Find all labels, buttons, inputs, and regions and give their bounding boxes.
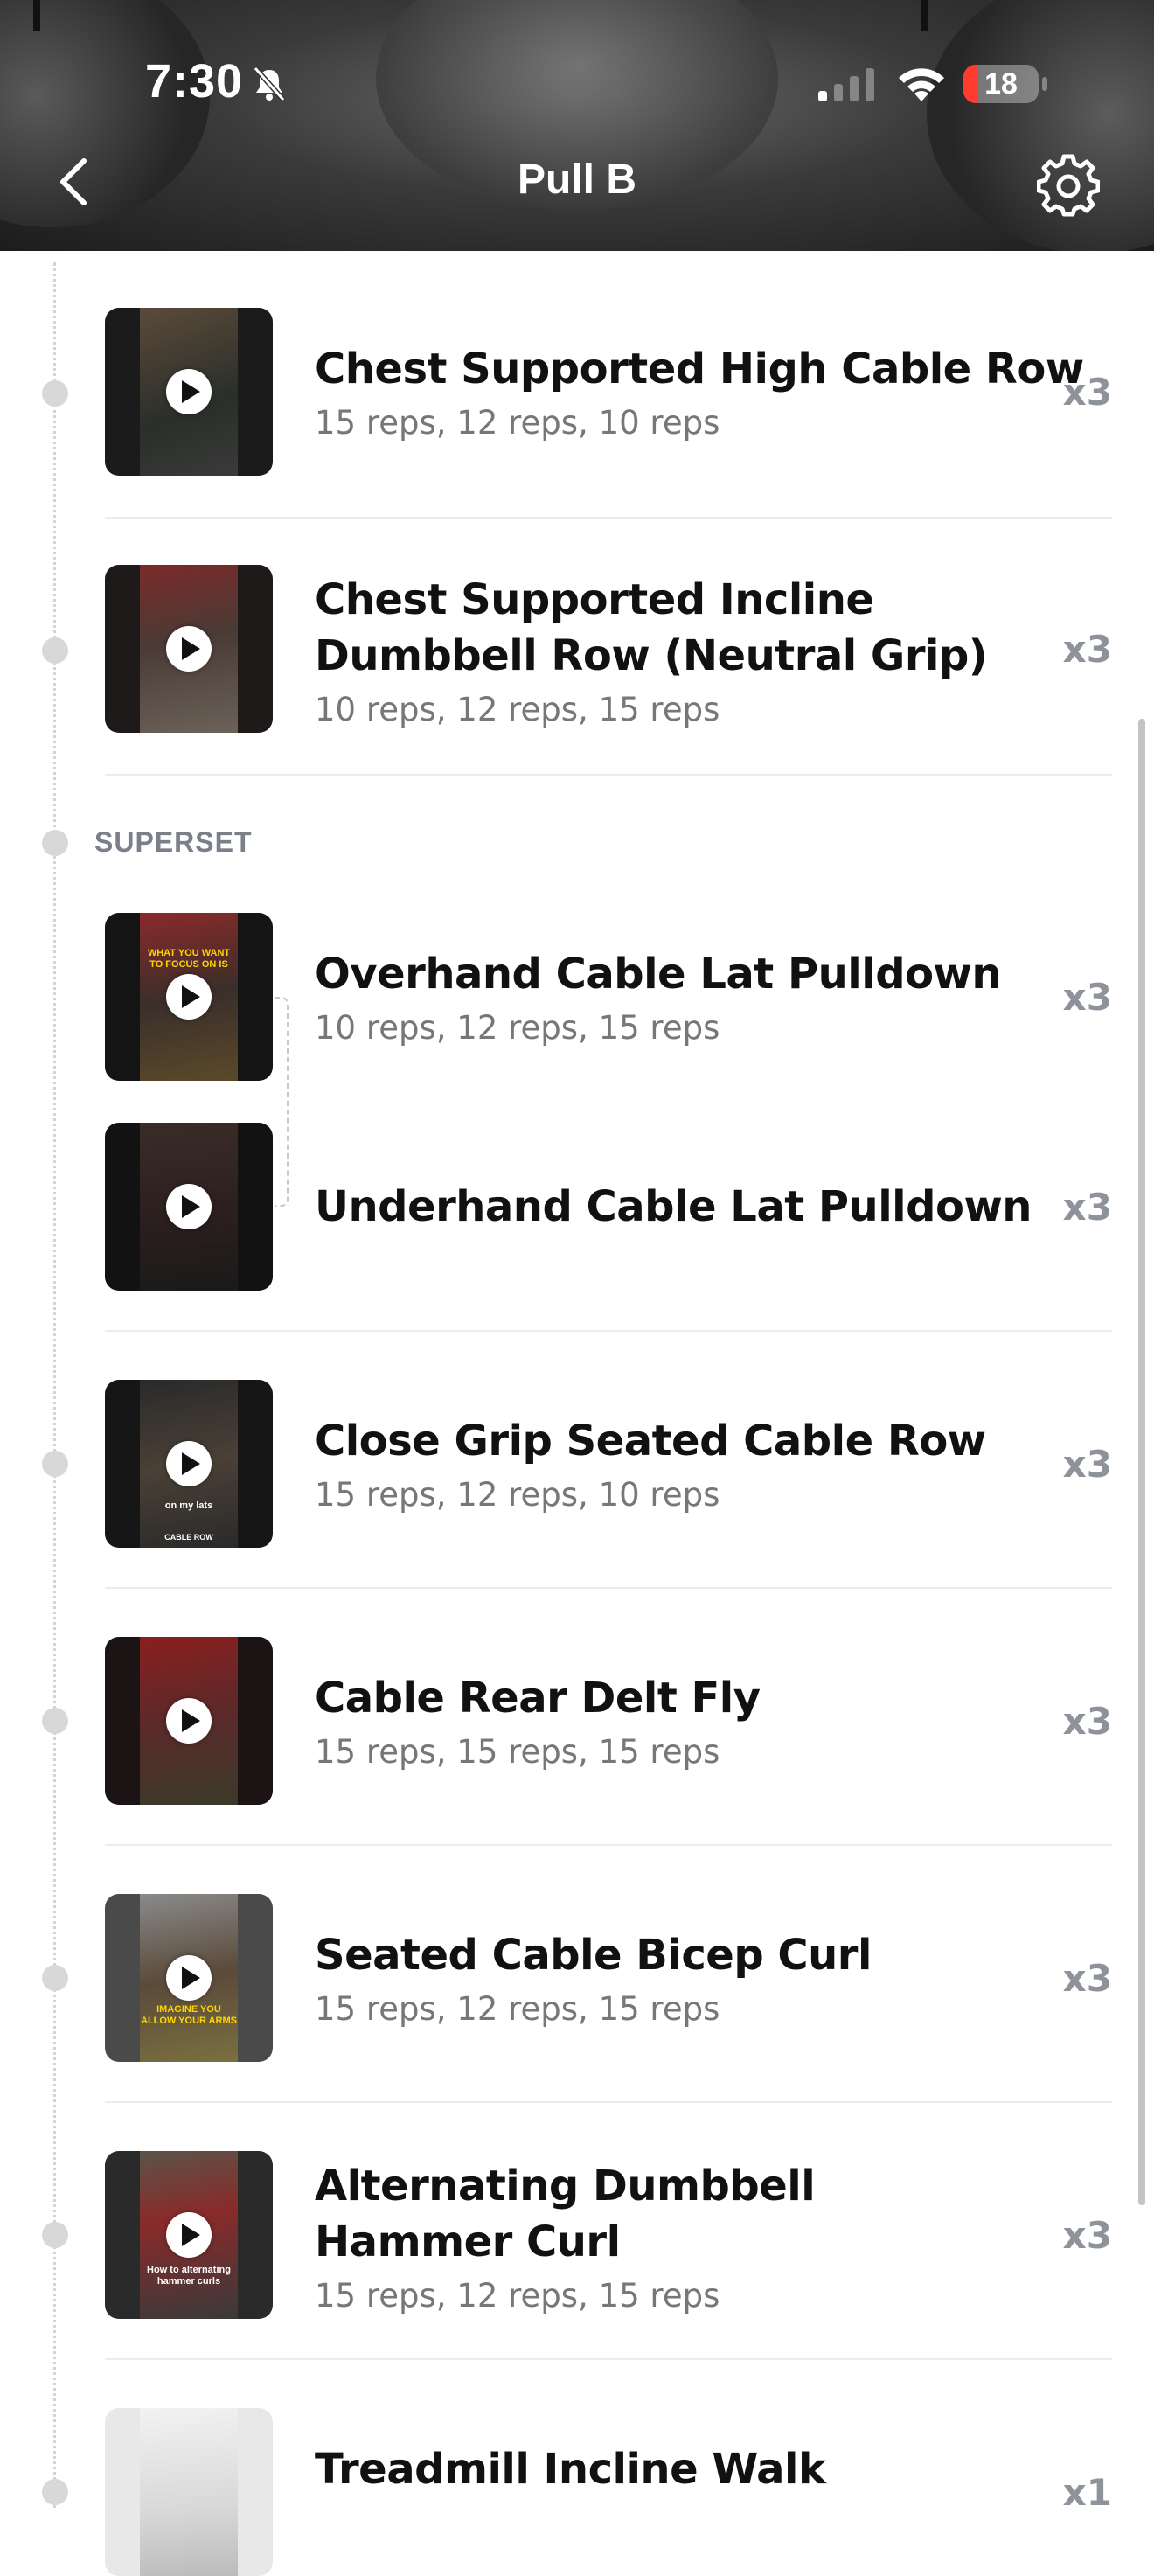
timeline-dot <box>42 637 68 664</box>
timeline-dot <box>42 1708 68 1734</box>
exercise-sets: x3 <box>1062 1700 1112 1743</box>
exercise-sets: x3 <box>1062 976 1112 1019</box>
thumbnail-caption: on my lats <box>164 1500 213 1511</box>
divider <box>105 2358 1112 2360</box>
header-background-bar-left <box>33 0 40 31</box>
thumbnail-caption: IMAGINE YOU ALLOW YOUR ARMS <box>141 2004 237 2026</box>
play-icon[interactable] <box>166 1184 212 1229</box>
timeline-line <box>53 262 56 2508</box>
header-background-image <box>0 0 210 227</box>
timeline-dot <box>42 1451 68 1477</box>
divider <box>105 2101 1112 2103</box>
exercise-thumbnail[interactable] <box>105 1123 273 1291</box>
exercise-reps: 10 reps, 12 reps, 15 reps <box>315 1009 720 1047</box>
play-icon[interactable] <box>166 1441 212 1486</box>
exercise-reps: 10 reps, 12 reps, 15 reps <box>315 691 720 728</box>
exercise-reps: 15 reps, 12 reps, 15 reps <box>315 2277 720 2315</box>
exercise-thumbnail[interactable] <box>105 1637 273 1805</box>
exercise-name: Underhand Cable Lat Pulldown <box>315 1182 1032 1231</box>
thumbnail-image <box>140 2408 238 2576</box>
status-time: 7:30 <box>145 55 244 108</box>
exercise-thumbnail[interactable]: IMAGINE YOU ALLOW YOUR ARMS <box>105 1894 273 2062</box>
back-button[interactable] <box>52 156 96 208</box>
exercise-sets: x3 <box>1062 2214 1112 2257</box>
exercise-name-line-2: Hammer Curl <box>315 2217 621 2266</box>
exercise-sets: x3 <box>1062 371 1112 414</box>
exercise-sets: x3 <box>1062 1957 1112 2000</box>
exercise-thumbnail[interactable] <box>105 308 273 476</box>
exercise-thumbnail[interactable] <box>105 565 273 733</box>
header-background-bar-right <box>921 0 928 31</box>
exercise-thumbnail[interactable]: WHAT YOU WANT TO FOCUS ON IS <box>105 913 273 1081</box>
exercise-sets: x3 <box>1062 1186 1112 1229</box>
play-icon[interactable] <box>166 1698 212 1744</box>
exercise-name: Seated Cable Bicep Curl <box>315 1931 872 1980</box>
exercise-name: Chest Supported High Cable Row <box>315 345 1084 393</box>
exercise-reps: 15 reps, 12 reps, 15 reps <box>315 1990 720 2028</box>
exercise-name: Cable Rear Delt Fly <box>315 1674 761 1723</box>
thumbnail-caption: WHAT YOU WANT TO FOCUS ON IS <box>147 948 231 970</box>
battery-icon: 18 <box>963 65 1039 103</box>
exercise-sets: x3 <box>1062 1443 1112 1486</box>
divider <box>105 1587 1112 1589</box>
scrollbar[interactable] <box>1138 719 1145 2205</box>
bell-slash-icon <box>253 66 286 101</box>
play-icon[interactable] <box>166 2212 212 2258</box>
exercise-reps: 15 reps, 12 reps, 10 reps <box>315 404 720 442</box>
exercise-reps: 15 reps, 15 reps, 15 reps <box>315 1733 720 1771</box>
play-icon[interactable] <box>166 369 212 414</box>
superset-label: SUPERSET <box>94 826 253 858</box>
battery-level: 18 <box>984 67 1018 101</box>
exercise-reps: 15 reps, 12 reps, 10 reps <box>315 1476 720 1514</box>
gear-icon[interactable] <box>1037 154 1100 217</box>
divider <box>105 774 1112 776</box>
battery-nub <box>1042 77 1047 91</box>
divider <box>105 1330 1112 1332</box>
play-icon[interactable] <box>166 626 212 672</box>
thumbnail-caption-2: CABLE ROW <box>164 1533 213 1542</box>
cellular-signal-icon <box>818 68 874 101</box>
play-icon[interactable] <box>166 974 212 1020</box>
exercise-thumbnail[interactable] <box>105 2408 273 2576</box>
header: 7:30 18 Pull B <box>0 0 1154 251</box>
timeline-dot <box>42 1965 68 1991</box>
exercise-thumbnail[interactable]: on my lats CABLE ROW <box>105 1380 273 1548</box>
superset-connector <box>275 997 288 1207</box>
exercise-name-line-2: Dumbbell Row (Neutral Grip) <box>315 631 988 680</box>
exercise-name: Alternating Dumbbell <box>315 2162 816 2210</box>
thumbnail-caption: How to alternating hammer curls <box>147 2265 231 2287</box>
page-title: Pull B <box>517 157 636 203</box>
wifi-icon <box>899 68 944 101</box>
exercise-name: Treadmill Incline Walk <box>315 2445 826 2494</box>
exercise-name: Chest Supported Incline <box>315 575 874 624</box>
exercise-name: Overhand Cable Lat Pulldown <box>315 950 1002 999</box>
exercise-thumbnail[interactable]: How to alternating hammer curls <box>105 2151 273 2319</box>
exercise-sets: x3 <box>1062 628 1112 671</box>
divider <box>105 1844 1112 1846</box>
timeline-dot <box>42 2479 68 2505</box>
exercise-name: Close Grip Seated Cable Row <box>315 1417 986 1466</box>
timeline-dot <box>42 380 68 407</box>
play-icon[interactable] <box>166 1955 212 2001</box>
timeline-dot <box>42 830 68 856</box>
timeline-dot <box>42 2222 68 2248</box>
divider <box>105 517 1112 519</box>
